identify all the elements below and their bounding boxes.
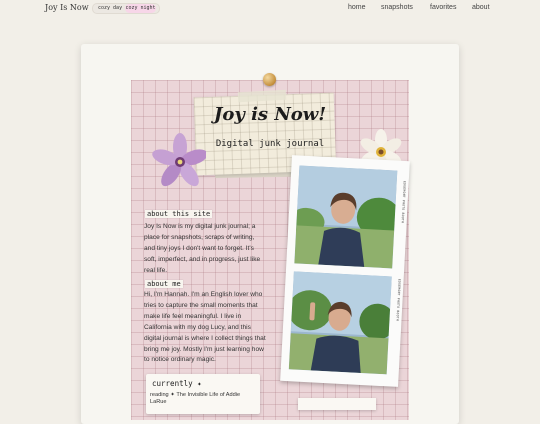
about-me-text: Hi, I'm Hannah. I'm an English lover who…: [144, 291, 266, 364]
photo-strip-caption: EDGEMONT PHOTO BOOTH: [395, 278, 402, 322]
currently-heading: currently ✦: [152, 379, 202, 388]
purple-flower-icon: [152, 133, 206, 187]
top-nav-bar: Joy Is Now cozy day cozy night home snap…: [0, 0, 540, 18]
about-me-heading: about me: [145, 280, 183, 288]
nav-favorites[interactable]: favorites: [430, 4, 456, 11]
snapshot-photo[interactable]: [294, 165, 398, 269]
nav-snapshots[interactable]: snapshots: [381, 4, 413, 11]
currently-text: reading ✦ The Invisible Life of Addie La…: [150, 392, 241, 405]
toggle-night-label[interactable]: cozy night: [125, 4, 156, 13]
photo-booth-strip[interactable]: EDGEMONT PHOTO BOOTH EDGEMONT PHOTO BOOT…: [280, 155, 410, 387]
theme-toggle[interactable]: cozy day cozy night: [92, 3, 160, 14]
nav-home[interactable]: home: [348, 4, 366, 11]
journal-subtitle: Digital junk journal: [215, 139, 325, 149]
about-site-text: Joy Is Now is my digital junk journal; a…: [144, 223, 261, 274]
site-logo[interactable]: Joy Is Now: [45, 3, 89, 12]
about-site-heading: about this site: [145, 210, 213, 218]
journal-title: Joy is Now!: [213, 104, 327, 125]
currently-card: currently ✦ reading ✦ The Invisible Life…: [146, 374, 260, 414]
toggle-day-label[interactable]: cozy day: [98, 4, 122, 13]
nav-about[interactable]: about: [472, 4, 490, 11]
pushpin-icon: [263, 73, 276, 86]
note-card: [298, 398, 376, 410]
photo-strip-caption: EDGEMONT PHOTO BOOTH: [400, 180, 407, 224]
snapshot-photo[interactable]: [288, 271, 392, 375]
